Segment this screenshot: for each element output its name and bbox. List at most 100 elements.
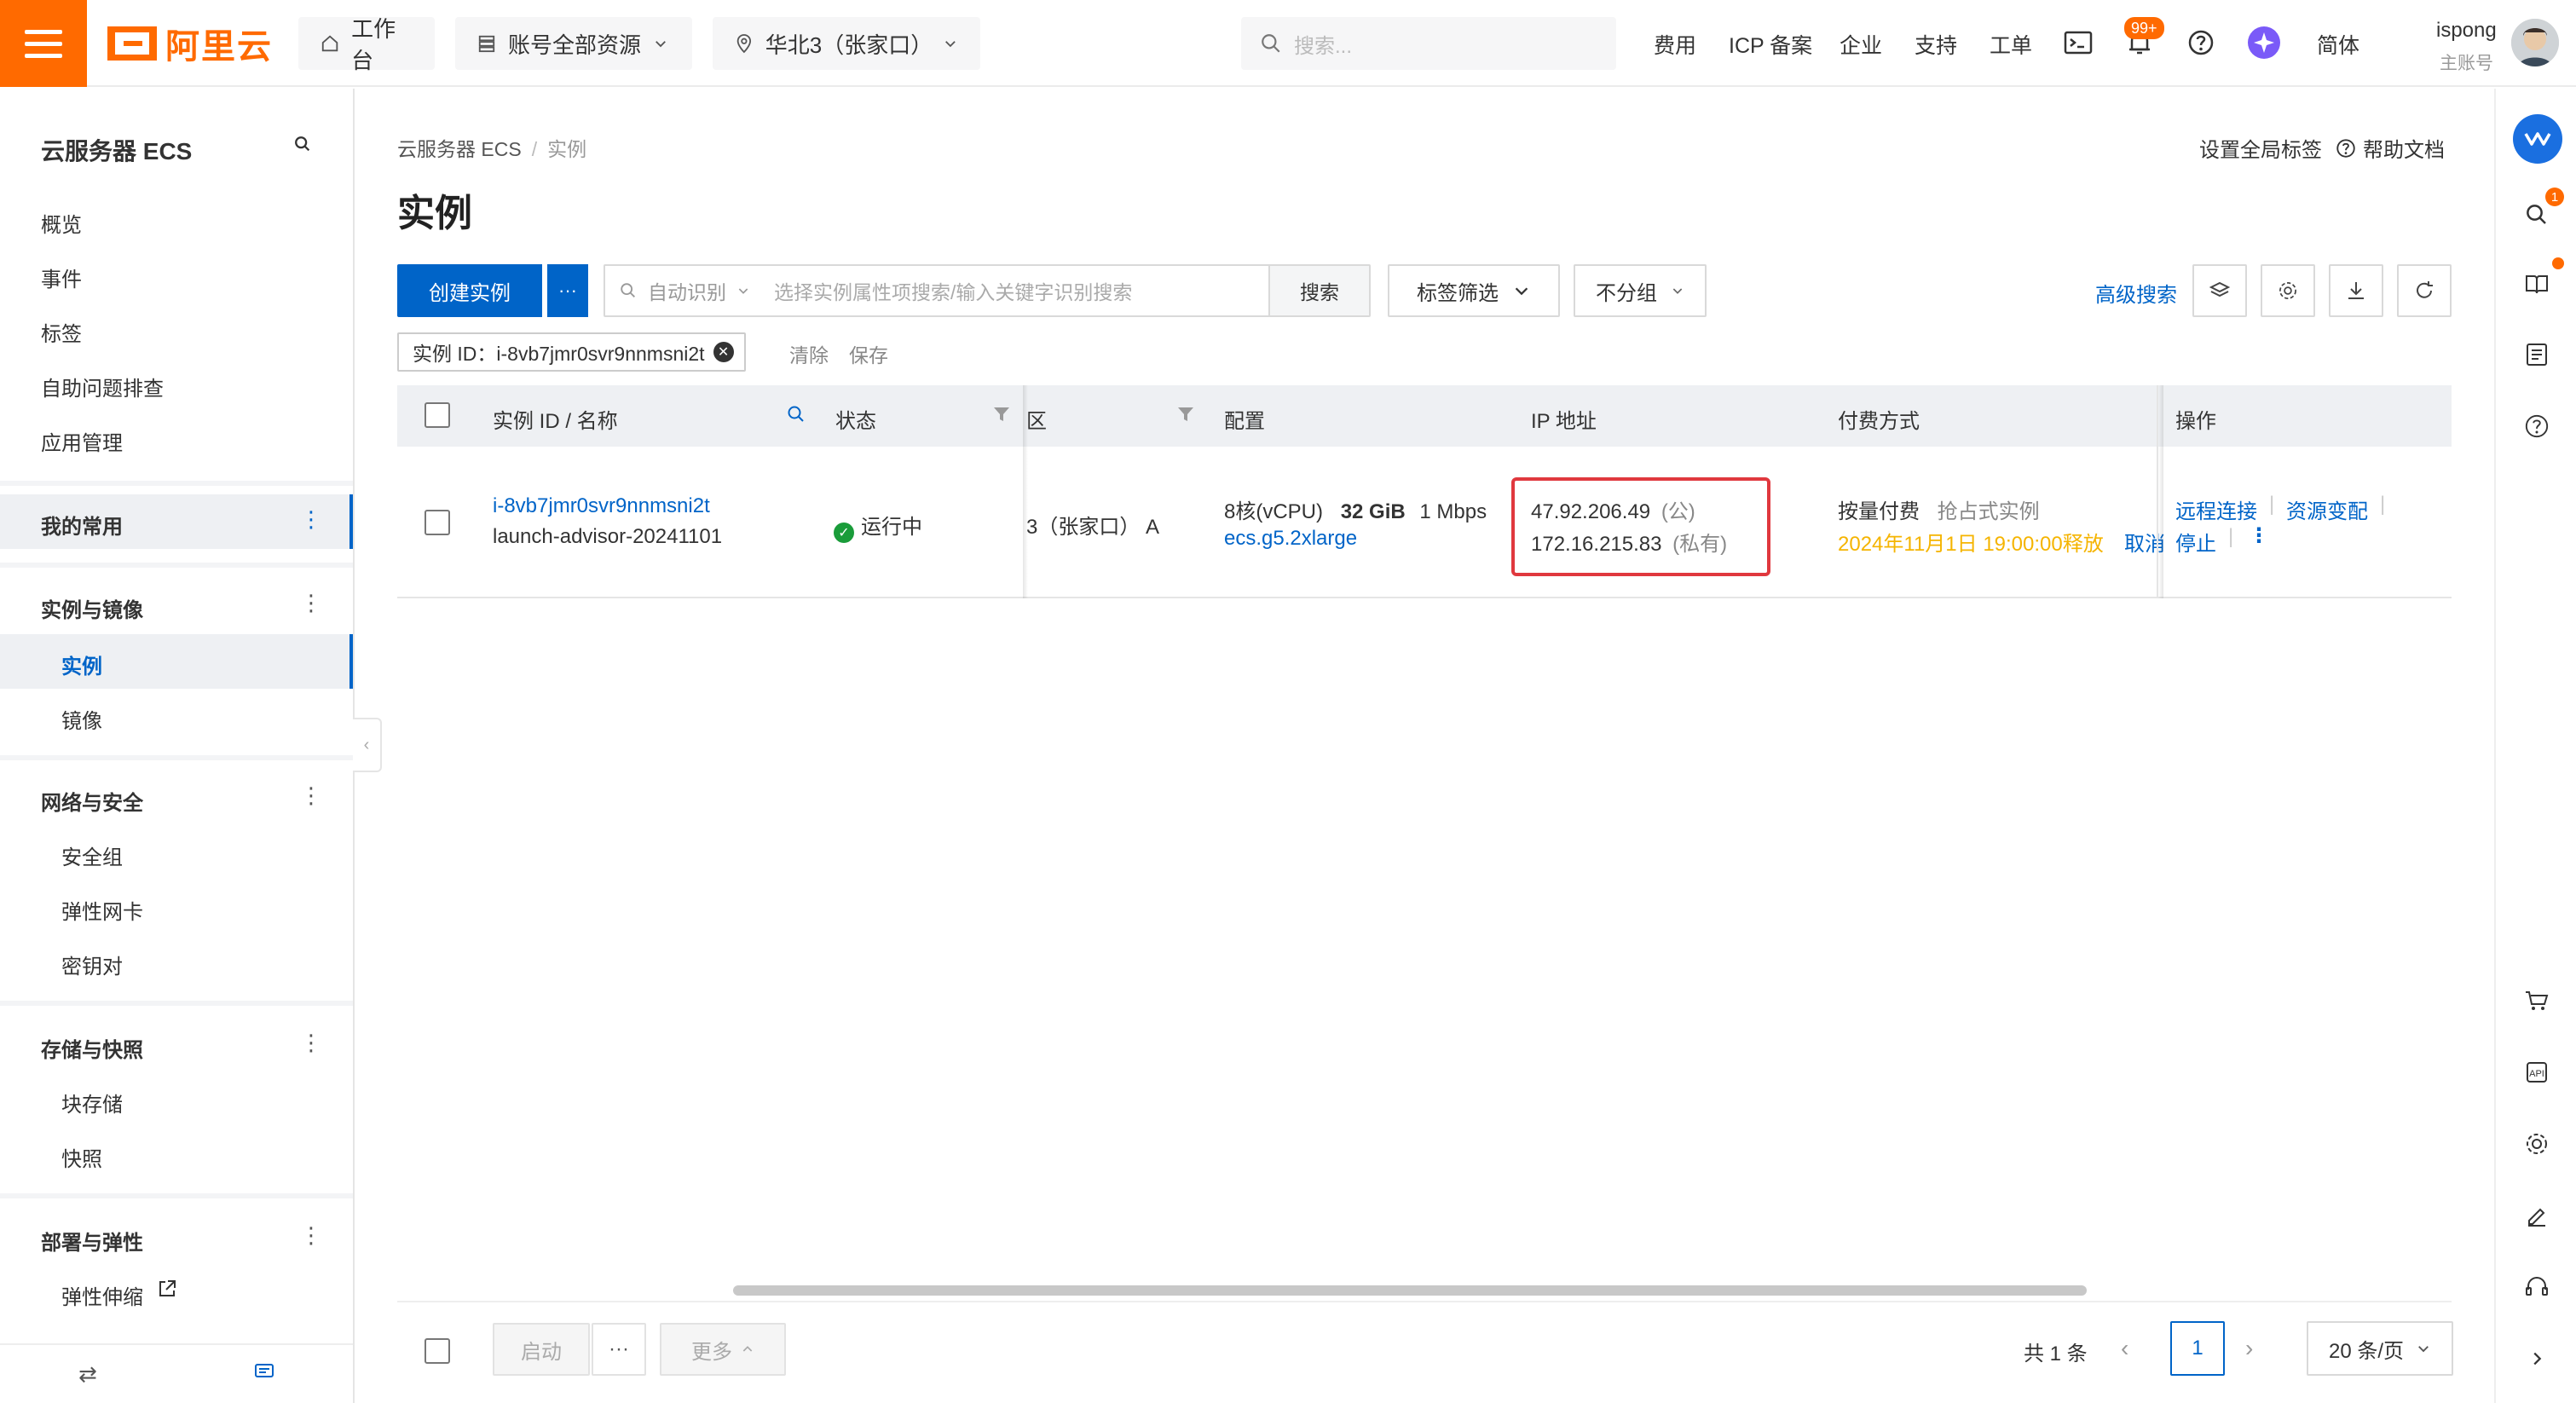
sidebar-collapse-handle[interactable]: ‹ — [353, 718, 382, 772]
resource-selector[interactable]: 账号全部资源 — [455, 17, 692, 70]
help-icon[interactable] — [2184, 26, 2218, 60]
billing-link[interactable]: 费用 — [1654, 29, 1696, 60]
download-icon[interactable] — [2329, 264, 2383, 317]
icp-link[interactable]: ICP 备案 — [1729, 29, 1812, 60]
switch-icon[interactable]: ⇄ — [78, 1361, 97, 1388]
region-selector[interactable]: 华北3（张家口） — [713, 17, 980, 70]
more-vertical-icon[interactable]: ⋮ — [300, 592, 322, 614]
filter-icon[interactable] — [992, 406, 1011, 427]
sidebar-item-instances[interactable] — [0, 634, 353, 689]
sidebar-group-instances-images[interactable]: 实例与镜像 — [41, 593, 143, 623]
search-icon[interactable] — [786, 404, 806, 429]
ticket-link[interactable]: 工单 — [1990, 29, 2032, 60]
ai-assistant-icon[interactable] — [2247, 26, 2281, 60]
sidebar-item-security-group[interactable]: 安全组 — [61, 840, 123, 870]
create-more-button[interactable]: ··· — [546, 264, 588, 317]
sidebar-item-images[interactable]: 镜像 — [61, 704, 102, 734]
chevron-right-icon[interactable] — [2516, 1338, 2557, 1379]
sidebar-item-snapshot[interactable]: 快照 — [61, 1142, 102, 1172]
headset-icon[interactable] — [2516, 1267, 2557, 1308]
chevron-left-icon[interactable]: ‹ — [2121, 1335, 2128, 1362]
active-filter-tag: 实例 ID：i-8vb7jmr0svr9nnmsni2t ✕ — [397, 332, 746, 372]
row-checkbox[interactable] — [425, 510, 450, 535]
refresh-icon[interactable] — [2397, 264, 2452, 317]
chevron-down-icon — [656, 41, 666, 48]
user-name[interactable]: ispong — [2436, 19, 2497, 43]
sidebar-item-app-management[interactable]: 应用管理 — [41, 426, 123, 456]
tag-filter-dropdown[interactable]: 标签筛选 — [1388, 264, 1560, 317]
message-icon[interactable] — [254, 1361, 274, 1388]
chevron-right-icon[interactable]: › — [2245, 1335, 2253, 1362]
gear-icon[interactable] — [2261, 264, 2315, 317]
close-icon[interactable]: ✕ — [713, 342, 734, 362]
sidebar-item-events[interactable]: 事件 — [41, 263, 82, 292]
edit-icon[interactable] — [2516, 1195, 2557, 1236]
gear-icon[interactable] — [2516, 1123, 2557, 1164]
aliyun-logo[interactable]: 阿里云 — [107, 22, 273, 66]
select-all-checkbox[interactable] — [425, 402, 450, 428]
start-button[interactable]: 启动 — [493, 1323, 590, 1376]
auto-detect-selector[interactable]: 自动识别 — [605, 276, 771, 305]
sidebar-item-overview[interactable]: 概览 — [41, 208, 82, 238]
more-actions-button[interactable]: 更多 — [660, 1323, 786, 1376]
sidebar-group-storage-snapshot[interactable]: 存储与快照 — [41, 1033, 143, 1063]
book-icon[interactable] — [2516, 264, 2557, 305]
language-switch[interactable]: 简体 — [2317, 29, 2359, 60]
more-vertical-icon[interactable]: ⋮ — [300, 1224, 322, 1246]
search-button[interactable]: 搜索 — [1268, 266, 1369, 315]
help-icon[interactable] — [2516, 406, 2557, 447]
sidebar-group-deploy-elastic[interactable]: 部署与弹性 — [41, 1226, 143, 1256]
clear-filter-link[interactable]: 清除 — [789, 339, 829, 368]
terminal-icon[interactable] — [2061, 26, 2095, 60]
notification-dot — [2552, 257, 2564, 269]
advanced-search-link[interactable]: 高级搜索 — [2095, 278, 2177, 308]
page-number-current[interactable]: 1 — [2170, 1321, 2225, 1376]
api-icon[interactable]: API — [2516, 1052, 2557, 1093]
chevron-down-icon — [1672, 288, 1683, 294]
sidebar-item-tags[interactable]: 标签 — [41, 317, 82, 347]
help-doc-link[interactable]: 帮助文档 — [2336, 133, 2445, 163]
group-dropdown[interactable]: 不分组 — [1574, 264, 1707, 317]
enterprise-link[interactable]: 企业 — [1840, 29, 1882, 60]
sidebar-item-troubleshoot[interactable]: 自助问题排查 — [41, 372, 164, 401]
horizontal-scrollbar[interactable] — [733, 1285, 2087, 1296]
sidebar-item-keypair[interactable]: 密钥对 — [61, 950, 123, 979]
cloud-assistant-icon[interactable] — [2513, 114, 2562, 164]
action-divider: | — [2228, 525, 2234, 548]
breadcrumb-ecs[interactable]: 云服务器 ECS — [397, 138, 522, 160]
support-link[interactable]: 支持 — [1915, 29, 1957, 60]
search-icon — [1262, 34, 1280, 53]
instance-type-link[interactable]: ecs.g5.2xlarge — [1224, 527, 1357, 551]
filter-icon[interactable] — [1176, 406, 1195, 427]
status-cell: ✓ 运行中 — [834, 510, 922, 543]
create-instance-button[interactable]: 创建实例 — [397, 264, 542, 317]
save-filter-link[interactable]: 保存 — [849, 339, 888, 368]
remote-connect-link[interactable]: 远程连接 — [2175, 494, 2257, 524]
document-list-icon[interactable] — [2516, 334, 2557, 375]
global-search-input[interactable]: 搜索... — [1241, 17, 1616, 70]
batch-more-dots-button[interactable]: ··· — [592, 1323, 646, 1376]
instance-id-link[interactable]: i-8vb7jmr0svr9nnmsni2t — [493, 494, 710, 518]
table-header: 实例 ID / 名称 状态 区 配置 IP 地址 付费方式 操作 — [397, 385, 2452, 447]
layers-icon[interactable] — [2192, 264, 2247, 317]
more-vertical-icon[interactable]: ⋮ — [300, 784, 322, 806]
sidebar-item-eni[interactable]: 弹性网卡 — [61, 895, 143, 925]
avatar[interactable] — [2511, 19, 2559, 66]
resize-link[interactable]: 资源变配 — [2286, 494, 2368, 524]
column-header-actions: 操作 — [2175, 410, 2216, 433]
sidebar-group-network-security[interactable]: 网络与安全 — [41, 786, 143, 816]
footer-select-all-checkbox[interactable] — [425, 1338, 450, 1364]
more-vertical-icon[interactable]: ⋮ — [300, 1031, 322, 1054]
stop-link[interactable]: 停止 — [2175, 527, 2216, 557]
workbench-button[interactable]: 工作台 — [298, 16, 435, 73]
more-vertical-icon[interactable]: ⋮ — [300, 508, 322, 530]
instance-search-input[interactable]: 选择实例属性项搜索/输入关键字识别搜索 — [771, 276, 1268, 305]
set-global-tag-link[interactable]: 设置全局标签 — [2199, 133, 2322, 163]
cart-icon[interactable] — [2516, 980, 2557, 1021]
more-vertical-icon[interactable]: ⋮ — [2249, 523, 2269, 548]
search-icon[interactable] — [293, 135, 312, 158]
page-size-select[interactable]: 20 条/页 — [2307, 1321, 2453, 1376]
menu-icon[interactable] — [0, 0, 87, 87]
sidebar-item-auto-scaling[interactable]: 弹性伸缩 — [61, 1280, 143, 1310]
sidebar-item-block-storage[interactable]: 块存储 — [61, 1088, 123, 1117]
